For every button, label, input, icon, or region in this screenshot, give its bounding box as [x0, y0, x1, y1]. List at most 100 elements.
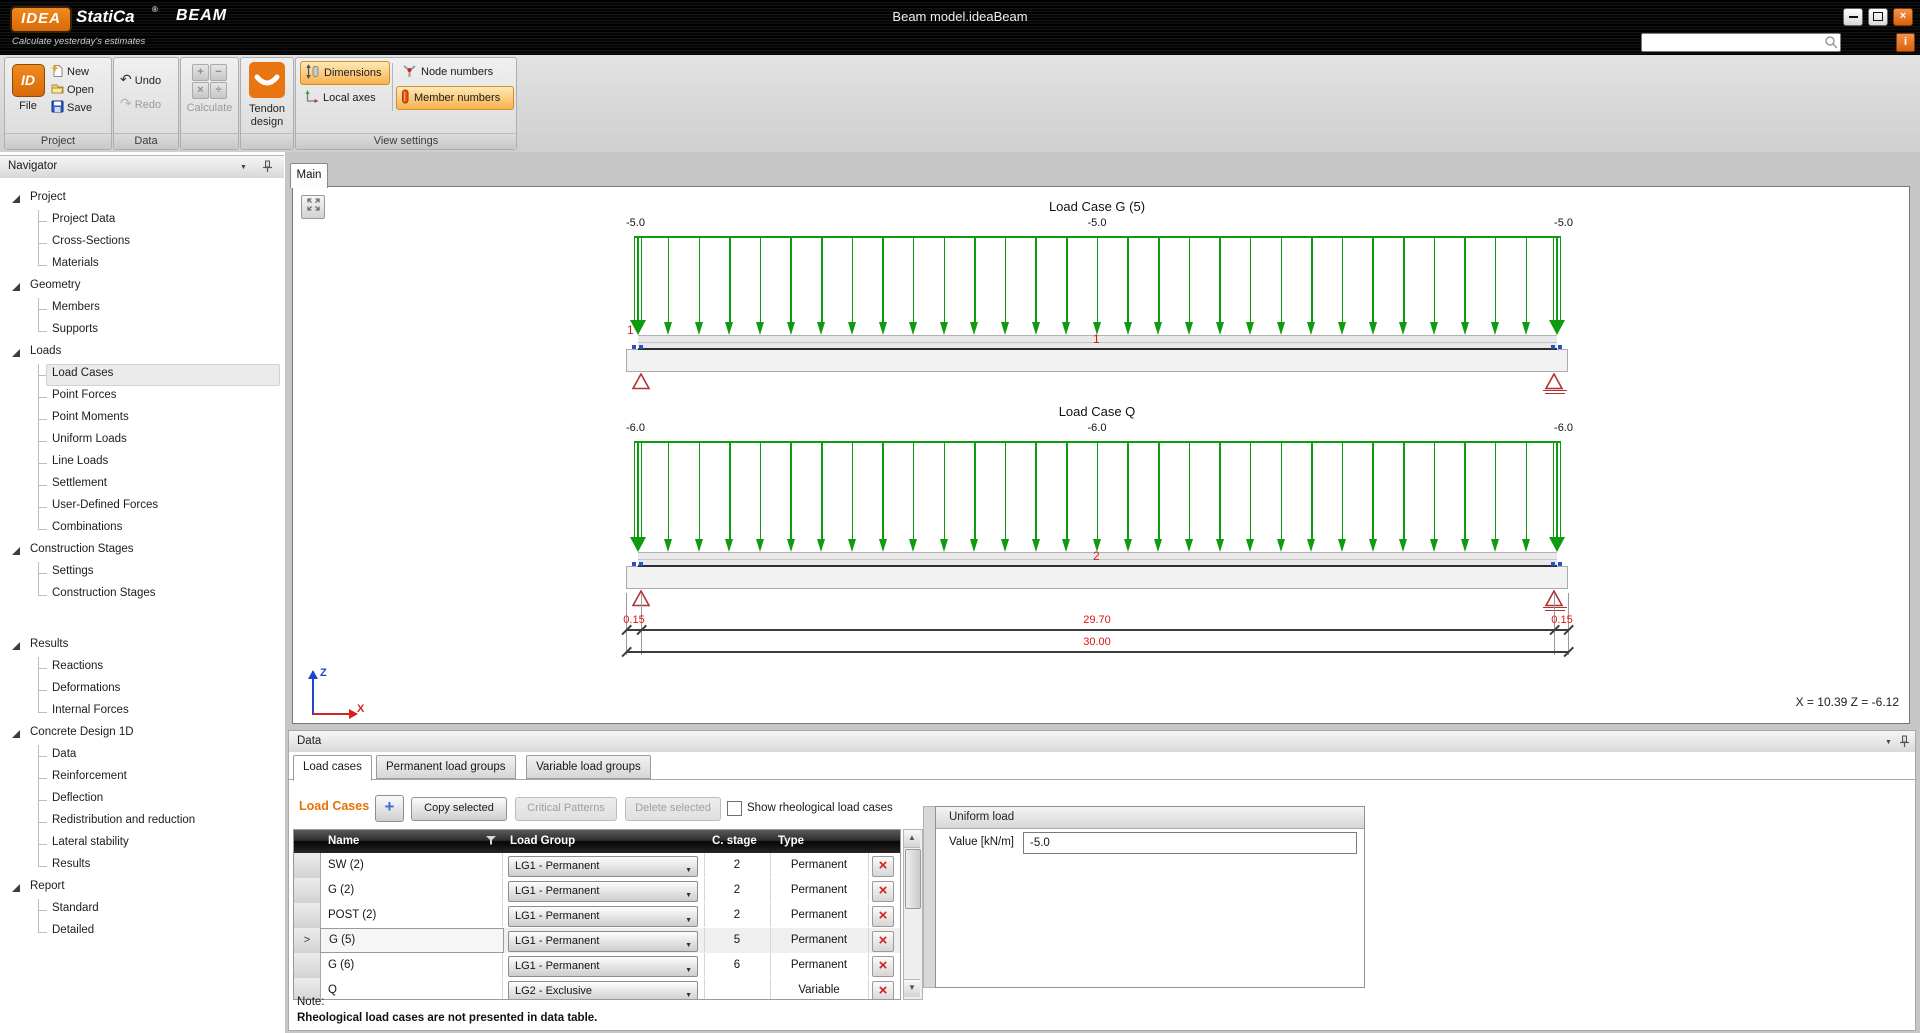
tree-row[interactable]: Deformations	[0, 679, 283, 701]
expand-arrow-icon[interactable]	[12, 349, 20, 357]
expand-arrow-icon[interactable]	[12, 195, 20, 203]
sidebar-item-redistribution-and-reduction[interactable]: Redistribution and reduction	[52, 814, 195, 826]
sidebar-item-supports[interactable]: Supports	[52, 323, 98, 335]
table-row[interactable]: SW (2)LG1 - Permanent▼2Permanent×	[294, 853, 900, 879]
expand-arrow-icon[interactable]	[12, 283, 20, 291]
table-row[interactable]: POST (2)LG1 - Permanent▼2Permanent×	[294, 903, 900, 929]
scrollbar-thumb[interactable]	[905, 849, 921, 909]
tree-row[interactable]: Supports	[0, 320, 283, 342]
load-group-dropdown[interactable]: LG1 - Permanent▼	[508, 881, 698, 902]
file-button[interactable]: ID File	[9, 62, 47, 124]
sidebar-item-point-moments[interactable]: Point Moments	[52, 411, 129, 423]
sidebar-item-load-cases[interactable]: Load Cases	[52, 367, 113, 379]
delete-row-button[interactable]: ×	[872, 931, 894, 952]
row-header[interactable]	[294, 878, 321, 903]
table-row[interactable]: G (2)LG1 - Permanent▼2Permanent×	[294, 878, 900, 904]
scroll-down-icon[interactable]: ▼	[904, 979, 920, 997]
sidebar-item-geometry[interactable]: Geometry	[30, 279, 81, 291]
sidebar-item-point-forces[interactable]: Point Forces	[52, 389, 117, 401]
tree-row[interactable]: Detailed	[0, 921, 283, 943]
expand-arrow-icon[interactable]	[12, 730, 20, 738]
info-button[interactable]: i	[1896, 33, 1915, 52]
tree-row[interactable]: Concrete Design 1D	[0, 723, 283, 745]
save-button[interactable]: Save	[51, 100, 109, 117]
expand-arrow-icon[interactable]	[12, 547, 20, 555]
add-load-case-button[interactable]: +	[375, 795, 404, 822]
node-numbers-toggle[interactable]: Node numbers	[398, 61, 510, 83]
tree-row[interactable]: Materials	[0, 254, 283, 276]
column-header-c-stage[interactable]: C. stage	[704, 830, 771, 853]
load-group-dropdown[interactable]: LG1 - Permanent▼	[508, 856, 698, 877]
dimensions-toggle[interactable]: Dimensions	[300, 61, 390, 85]
column-header-name[interactable]: Name	[320, 830, 503, 853]
tree-row[interactable]: Redistribution and reduction	[0, 811, 283, 833]
sidebar-item-construction-stages[interactable]: Construction Stages	[52, 587, 156, 599]
cell-name[interactable]: Q	[320, 978, 503, 1000]
sidebar-item-internal-forces[interactable]: Internal Forces	[52, 704, 129, 716]
scroll-up-icon[interactable]: ▲	[904, 830, 920, 848]
tree-row[interactable]: Project	[0, 188, 283, 210]
tree-row[interactable]: Combinations	[0, 518, 283, 540]
sidebar-item-results[interactable]: Results	[52, 858, 90, 870]
tree-row[interactable]: Reinforcement	[0, 767, 283, 789]
cell-name[interactable]: G (5)	[320, 928, 504, 953]
tree-row[interactable]: Line Loads	[0, 452, 283, 474]
sidebar-item-concrete-design-1d[interactable]: Concrete Design 1D	[30, 726, 134, 738]
sidebar-item-report[interactable]: Report	[30, 880, 65, 892]
show-rheological-checkbox[interactable]	[727, 801, 742, 816]
load-group-dropdown[interactable]: LG2 - Exclusive▼	[508, 981, 698, 1000]
sidebar-item-deformations[interactable]: Deformations	[52, 682, 120, 694]
sidebar-item-materials[interactable]: Materials	[52, 257, 99, 269]
column-header-load-group[interactable]: Load Group	[502, 830, 705, 853]
load-group-dropdown[interactable]: LG1 - Permanent▼	[508, 956, 698, 977]
current-row-marker[interactable]: >	[294, 928, 321, 953]
data-panel-menu-chevron-icon[interactable]: ▼	[1885, 739, 1892, 746]
uniform-load-value-input[interactable]: -5.0	[1023, 832, 1357, 854]
delete-row-button[interactable]: ×	[872, 856, 894, 877]
local-axes-toggle[interactable]: Local axes	[300, 87, 388, 109]
critical-patterns-button[interactable]: Critical Patterns	[515, 797, 617, 821]
tree-row[interactable]: Load Cases	[0, 364, 283, 386]
row-header[interactable]	[294, 853, 321, 878]
sidebar-item-uniform-loads[interactable]: Uniform Loads	[52, 433, 127, 445]
row-header[interactable]	[294, 953, 321, 978]
table-scrollbar[interactable]: ▲ ▼	[903, 829, 923, 1000]
delete-row-button[interactable]: ×	[872, 881, 894, 902]
tree-row[interactable]: Construction Stages	[0, 584, 283, 606]
sidebar-item-project-data[interactable]: Project Data	[52, 213, 115, 225]
tree-row[interactable]: Loads	[0, 342, 283, 364]
cell-name[interactable]: SW (2)	[320, 853, 503, 877]
member-numbers-toggle[interactable]: Member numbers	[396, 86, 514, 110]
cell-name[interactable]: POST (2)	[320, 903, 503, 927]
zoom-extents-button[interactable]	[301, 195, 325, 219]
open-button[interactable]: Open	[51, 82, 109, 99]
expand-arrow-icon[interactable]	[12, 884, 20, 892]
tree-row[interactable]: Project Data	[0, 210, 283, 232]
new-button[interactable]: New	[51, 64, 109, 81]
tree-row[interactable]: Reactions	[0, 657, 283, 679]
tree-row[interactable]: Geometry	[0, 276, 283, 298]
sidebar-item-results[interactable]: Results	[30, 638, 68, 650]
minimize-button[interactable]	[1843, 8, 1863, 26]
sidebar-item-lateral-stability[interactable]: Lateral stability	[52, 836, 129, 848]
sidebar-item-deflection[interactable]: Deflection	[52, 792, 103, 804]
maximize-button[interactable]	[1868, 8, 1888, 26]
data-panel-pin-icon[interactable]	[1899, 735, 1910, 753]
tree-row[interactable]: Uniform Loads	[0, 430, 283, 452]
tree-row[interactable]: Data	[0, 745, 283, 767]
sidebar-item-settings[interactable]: Settings	[52, 565, 94, 577]
undo-button[interactable]: ↶ Undo	[120, 71, 182, 90]
copy-selected-button[interactable]: Copy selected	[411, 797, 507, 821]
sidebar-item-cross-sections[interactable]: Cross-Sections	[52, 235, 130, 247]
close-button[interactable]: ×	[1893, 8, 1913, 26]
navigator-pin-icon[interactable]	[262, 160, 273, 178]
sidebar-item-combinations[interactable]: Combinations	[52, 521, 122, 533]
tree-row[interactable]: Results	[0, 855, 283, 877]
sidebar-item-standard[interactable]: Standard	[52, 902, 99, 914]
tree-row[interactable]: Standard	[0, 899, 283, 921]
tendon-design-button[interactable]: Tendon design	[241, 58, 293, 132]
dropdown-chevron-icon[interactable]: ▼	[685, 987, 692, 1000]
sidebar-item-data[interactable]: Data	[52, 748, 76, 760]
sidebar-item-line-loads[interactable]: Line Loads	[52, 455, 108, 467]
search-input[interactable]	[1641, 33, 1841, 52]
